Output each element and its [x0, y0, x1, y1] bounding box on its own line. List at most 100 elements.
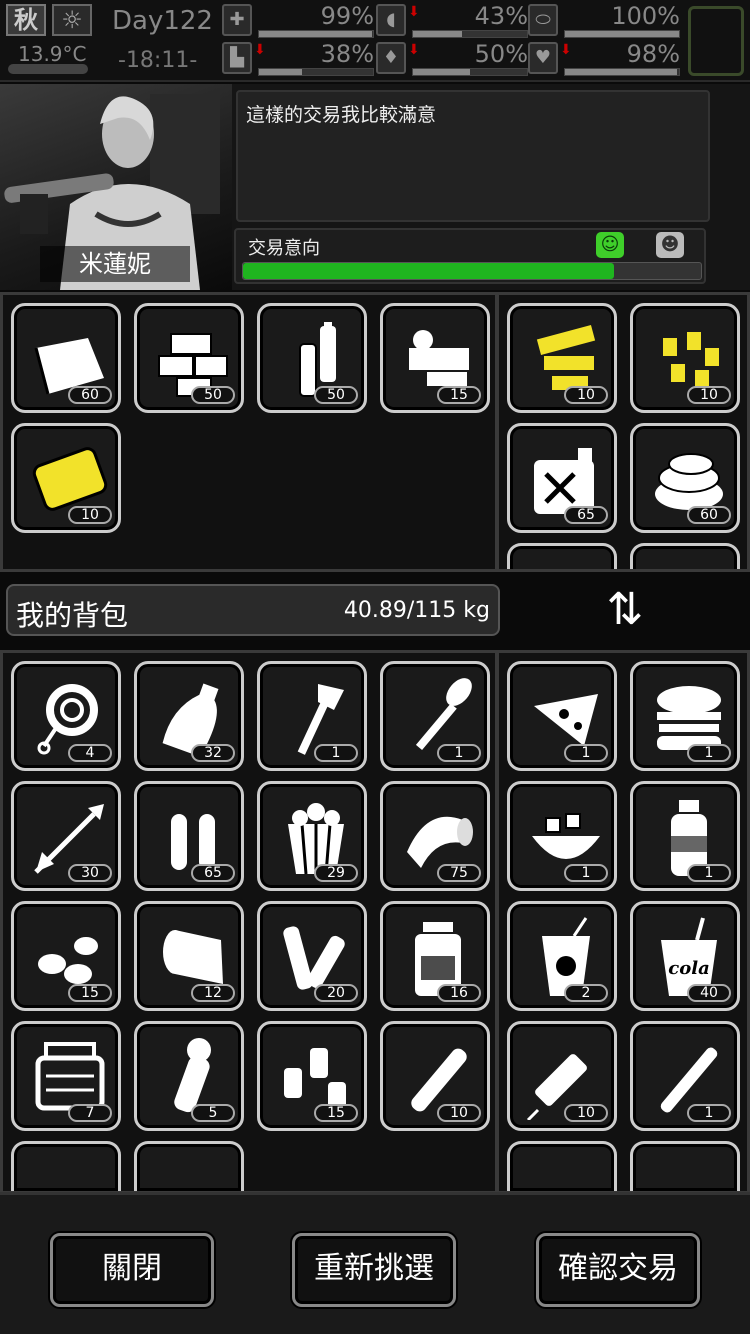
npc-panel: 米蓮妮 這樣的交易我比較滿意 交易意向 ☺ ☻	[0, 84, 750, 290]
stat-value: 98%	[626, 40, 680, 68]
inventory-slot[interactable]: 32	[134, 661, 244, 771]
item-quantity: 10	[564, 386, 608, 404]
item-quantity: 40	[687, 984, 731, 1002]
decrease-arrow-icon: ⬇	[560, 42, 572, 58]
stat-thirst: ♦ ⬇ 50%	[376, 40, 528, 78]
inventory-slot[interactable]: 20	[257, 901, 367, 1011]
inventory-slot[interactable]	[507, 1141, 617, 1191]
item-quantity: 10	[68, 506, 112, 524]
inventory-slot[interactable]: 4	[11, 661, 121, 771]
item-quantity: 1	[687, 744, 731, 762]
stat-value: 50%	[474, 40, 528, 68]
inventory-slot[interactable]: 1	[630, 661, 740, 771]
trade-intent-meter: 交易意向 ☺ ☻	[234, 228, 706, 284]
inventory-slot[interactable]: 1	[507, 781, 617, 891]
inventory-slot[interactable]	[11, 1141, 121, 1191]
inventory-slot[interactable]: 1	[380, 661, 490, 771]
stat-bar	[258, 30, 374, 38]
decrease-arrow-icon: ⬇	[408, 42, 420, 58]
item-quantity: 5	[191, 1104, 235, 1122]
inventory-slot[interactable]: 10	[11, 423, 121, 533]
backpack-header: 我的背包 40.89/115 kg	[6, 584, 500, 636]
item-quantity: 15	[68, 984, 112, 1002]
inventory-slot[interactable]: 60	[11, 303, 121, 413]
item-quantity: 2	[564, 984, 608, 1002]
inventory-slot[interactable]: 29	[257, 781, 367, 891]
inventory-slot[interactable]: 10	[630, 303, 740, 413]
grin-face-icon: ☻	[656, 232, 684, 258]
bottom-bar: 關閉 重新挑選 確認交易	[0, 1192, 750, 1334]
inventory-slot[interactable]: 2	[507, 901, 617, 1011]
stat-bar	[412, 68, 528, 76]
item-quantity: 65	[191, 864, 235, 882]
inventory-slot[interactable]: 10	[507, 303, 617, 413]
svg-text:cola: cola	[668, 958, 709, 979]
item-quantity: 1	[687, 864, 731, 882]
status-bar: 秋 ☼ 13.9°C Day122 -18:11- ✚ 99% ◖ ⬇ 43% …	[0, 0, 750, 82]
stat-fill	[565, 69, 677, 75]
stat-stamina: ▙ ⬇ 38%	[222, 40, 374, 78]
inventory-slot[interactable]: 1	[257, 661, 367, 771]
npc-offer-grid: 10 10 65 60	[496, 292, 750, 572]
inventory-slot[interactable]: 15	[380, 303, 490, 413]
inventory-slot[interactable]: 65	[507, 423, 617, 533]
item-quantity: 15	[437, 386, 481, 404]
inventory-slot[interactable]: 1	[630, 1021, 740, 1131]
inventory-slot[interactable]: 10	[507, 1021, 617, 1131]
item-quantity: 50	[314, 386, 358, 404]
inventory-slot[interactable]: 16	[380, 901, 490, 1011]
inventory-slot[interactable]: 30	[11, 781, 121, 891]
inventory-slot[interactable]: 10	[380, 1021, 490, 1131]
day-counter: Day122	[112, 6, 213, 36]
inventory-slot[interactable]	[507, 543, 617, 569]
trade-screen: 秋 ☼ 13.9°C Day122 -18:11- ✚ 99% ◖ ⬇ 43% …	[0, 0, 750, 1334]
stat-bar	[564, 30, 680, 38]
equipment-slot[interactable]	[688, 6, 744, 76]
stat-value: 99%	[320, 2, 374, 30]
reselect-button[interactable]: 重新挑選	[292, 1233, 456, 1307]
inventory-slot[interactable]: 15	[11, 901, 121, 1011]
inventory-slot[interactable]	[134, 1141, 244, 1191]
inventory-slot[interactable]: 60	[630, 423, 740, 533]
stat-energy: ⬭ 100%	[528, 2, 680, 40]
confirm-trade-button[interactable]: 確認交易	[536, 1233, 700, 1307]
trade-intent-label: 交易意向	[248, 238, 320, 259]
trade-intent-bar	[242, 262, 702, 280]
inventory-slot[interactable]: 7	[11, 1021, 121, 1131]
inventory-slot[interactable]: 12	[134, 901, 244, 1011]
close-button[interactable]: 關閉	[50, 1233, 214, 1307]
stat-value: 43%	[474, 2, 528, 30]
npc-portrait: 米蓮妮	[0, 84, 232, 290]
stat-health: ✚ 99%	[222, 2, 374, 40]
stat-fill	[259, 31, 372, 37]
item-quantity: 1	[314, 744, 358, 762]
inventory-slot[interactable]: 5	[134, 1021, 244, 1131]
swap-arrows-icon[interactable]: ⇅	[598, 582, 652, 642]
boot-icon: ▙	[222, 42, 252, 74]
inventory-slot[interactable]	[630, 543, 740, 569]
item-quantity: 10	[437, 1104, 481, 1122]
inventory-slot[interactable]: 1	[630, 781, 740, 891]
backpack-title: 我的背包	[16, 599, 129, 632]
item-quantity: 65	[564, 506, 608, 524]
clock-readout: -18:11-	[118, 48, 198, 73]
inventory-slot[interactable]: 1	[507, 661, 617, 771]
npc-dialog: 這樣的交易我比較滿意	[236, 90, 710, 222]
item-quantity: 20	[314, 984, 358, 1002]
item-quantity: 15	[314, 1104, 358, 1122]
item-quantity: 16	[437, 984, 481, 1002]
inventory-slot[interactable]: 50	[134, 303, 244, 413]
stomach-icon: ◖	[376, 4, 406, 36]
heart-icon: ♥	[528, 42, 558, 74]
stat-fill	[565, 31, 679, 37]
inventory-slot[interactable]	[630, 1141, 740, 1191]
stat-bar	[564, 68, 680, 76]
inventory-slot[interactable]: 65	[134, 781, 244, 891]
inventory-slot[interactable]: 50	[257, 303, 367, 413]
item-quantity: 32	[191, 744, 235, 762]
inventory-slot[interactable]: 75	[380, 781, 490, 891]
inventory-slot[interactable]: 15	[257, 1021, 367, 1131]
stat-bar	[412, 30, 528, 38]
item-quantity: 1	[687, 1104, 731, 1122]
inventory-slot[interactable]: cola 40	[630, 901, 740, 1011]
